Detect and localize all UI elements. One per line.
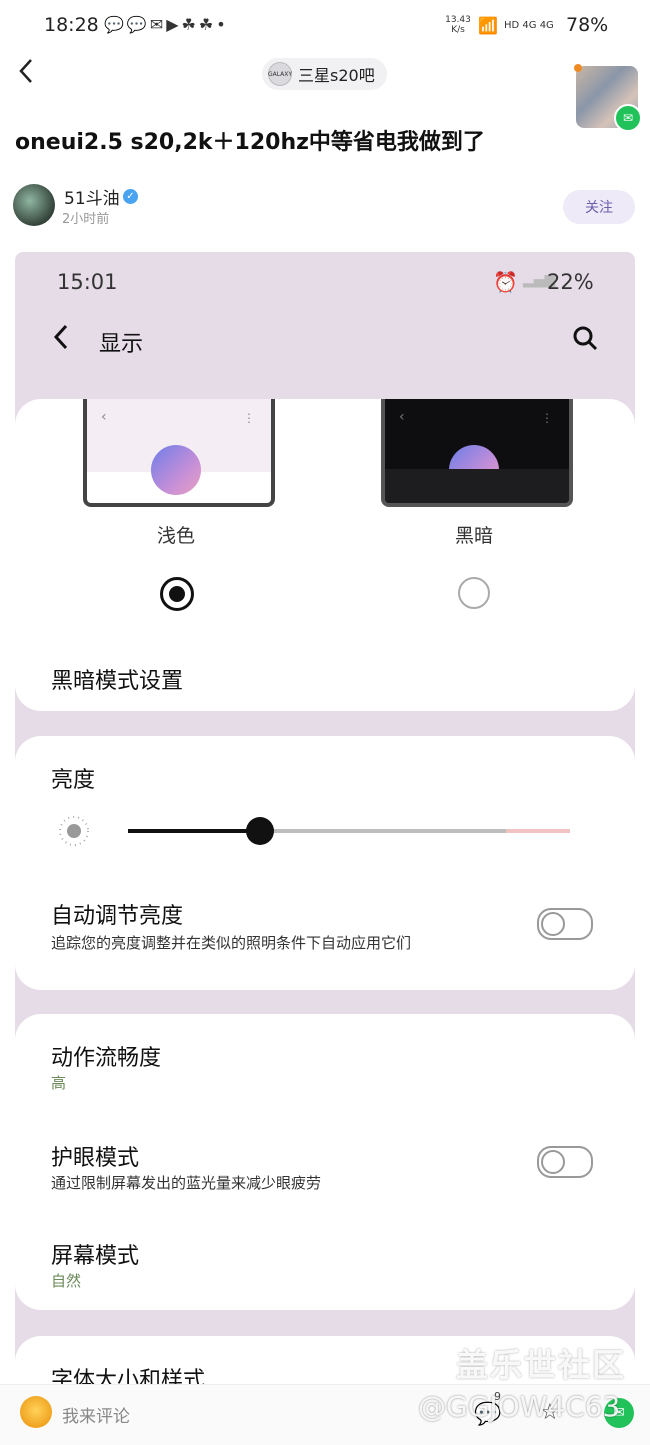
- inner-back-icon: [53, 324, 69, 357]
- notification-icons: 💬💬✉▶☘☘•: [104, 15, 229, 34]
- inner-status-time: 15:01: [57, 270, 118, 294]
- brightness-label: 亮度: [51, 768, 96, 793]
- motion-smoothness-title[interactable]: 动作流畅度: [51, 1040, 161, 1072]
- brightness-card: 亮度 自动调节亮度 追踪您的亮度调整并在类似的照明条件下自动应用它们: [15, 736, 635, 990]
- forum-name: 三星s20吧: [298, 66, 375, 85]
- wechat-icon[interactable]: ✉: [614, 104, 642, 132]
- auto-brightness-toggle[interactable]: [537, 908, 593, 940]
- network-indicators: HD 4G 4G: [504, 20, 554, 31]
- user-avatar[interactable]: [20, 1396, 52, 1428]
- net-speed: 13.43 K/s: [445, 15, 471, 35]
- forum-link[interactable]: GALAXY 三星s20吧: [262, 58, 387, 90]
- theme-orb: [151, 445, 201, 495]
- search-icon: [571, 324, 599, 352]
- notification-dot: [574, 64, 582, 72]
- eye-comfort-title[interactable]: 护眼模式: [51, 1140, 139, 1172]
- dark-label: 黑暗: [455, 525, 494, 547]
- brightness-thumb[interactable]: [246, 817, 274, 845]
- light-label: 浅色: [157, 525, 196, 547]
- comment-input[interactable]: 我来评论: [62, 1402, 130, 1427]
- auto-brightness-subtitle: 追踪您的亮度调整并在类似的照明条件下自动应用它们: [51, 934, 412, 952]
- back-button[interactable]: [18, 58, 34, 91]
- watermark-user: @GGJOW4C63: [418, 1390, 621, 1423]
- follow-button[interactable]: 关注: [563, 190, 635, 224]
- author-name[interactable]: 51斗油: [64, 184, 120, 209]
- eye-comfort-subtitle: 通过限制屏幕发出的蓝光量来减少眼疲劳: [51, 1174, 322, 1192]
- light-theme-preview: ‹ ⋮: [83, 399, 275, 507]
- display-options-card: 动作流畅度 高 护眼模式 通过限制屏幕发出的蓝光量来减少眼疲劳 屏幕模式 自然: [15, 1014, 635, 1310]
- watermark-brand: 盖乐世社区: [456, 1346, 627, 1384]
- chevron-left-icon: [19, 59, 32, 83]
- author-avatar[interactable]: [13, 184, 55, 226]
- post-time: 2小时前: [62, 212, 110, 227]
- auto-brightness-title: 自动调节亮度: [51, 904, 184, 929]
- dark-radio[interactable]: [458, 577, 490, 609]
- verified-icon: ✓: [123, 189, 138, 204]
- battery-level: 78%: [566, 14, 609, 36]
- inner-page-title: 显示: [99, 332, 144, 357]
- forum-logo: GALAXY: [268, 62, 292, 86]
- theme-card: ‹ ⋮ ‹ ⋮ 浅色 黑暗 黑暗模式设置: [15, 399, 635, 711]
- eye-comfort-toggle[interactable]: [537, 1146, 593, 1178]
- wifi-icon: 📶: [478, 16, 498, 35]
- alarm-icon: ⏰: [493, 270, 518, 294]
- screen-mode-title[interactable]: 屏幕模式: [51, 1238, 139, 1270]
- post-image[interactable]: 15:01 ⏰ ▂▄▆ 22% 显示 ‹ ⋮ ‹ ⋮ 浅色 黑暗 黑暗模式设置 …: [15, 252, 635, 1432]
- screen-mode-value: 自然: [51, 1272, 82, 1290]
- motion-smoothness-value: 高: [51, 1074, 67, 1092]
- dark-mode-settings[interactable]: 黑暗模式设置: [51, 663, 183, 695]
- brightness-track[interactable]: [128, 817, 570, 845]
- dark-theme-preview: ‹ ⋮: [381, 399, 573, 507]
- sun-icon: [57, 814, 91, 852]
- status-time: 18:28: [44, 14, 99, 36]
- post-title: oneui2.5 s20,2k＋120hz中等省电我做到了: [15, 130, 485, 155]
- inner-battery: 22%: [547, 270, 594, 294]
- light-radio[interactable]: [160, 577, 194, 611]
